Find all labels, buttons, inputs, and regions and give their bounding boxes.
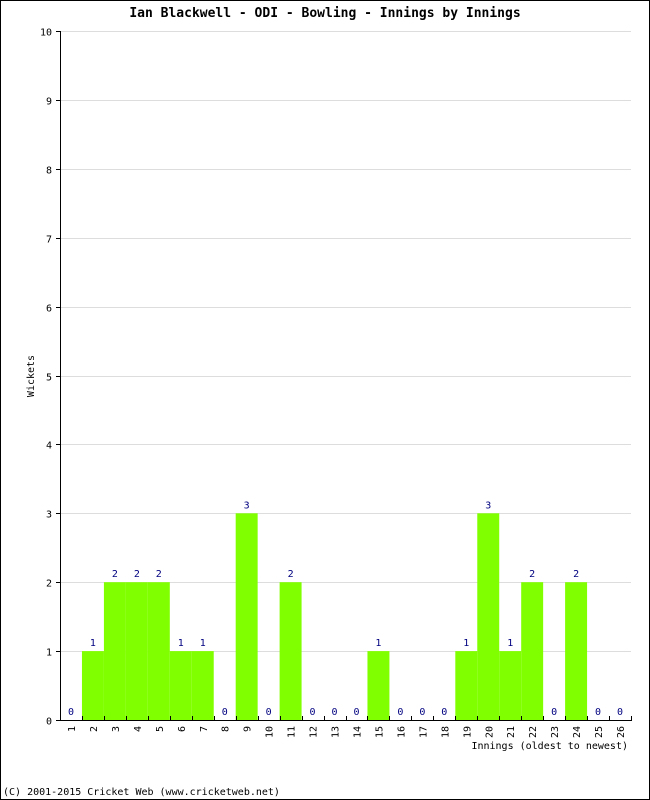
bar: [565, 582, 588, 720]
data-label: 0: [441, 707, 447, 718]
bar: [235, 513, 258, 720]
y-tick-label: 3: [46, 510, 52, 521]
data-label: 3: [485, 500, 491, 511]
x-tick-label: 5: [155, 726, 166, 732]
x-tick-label: 22: [528, 726, 539, 738]
data-label: 0: [595, 707, 601, 718]
bar: [103, 582, 126, 720]
bar: [499, 651, 522, 720]
x-tick-label: 20: [484, 726, 495, 738]
data-label: 0: [419, 707, 425, 718]
x-tick-label: 23: [550, 726, 561, 738]
y-tick-label: 4: [46, 441, 52, 452]
y-tick-labels: 0 1 2 3 4 5 6 7 8 9 10: [40, 28, 52, 728]
x-tick-label: 12: [309, 726, 320, 738]
x-tick-label: 8: [221, 726, 232, 732]
y-tick-label: 8: [46, 166, 52, 177]
y-tick-label: 10: [40, 28, 52, 39]
bar-chart: Ian Blackwell - ODI - Bowling - Innings …: [3, 6, 632, 798]
data-label: 1: [200, 638, 206, 649]
data-label: 2: [134, 569, 140, 580]
x-tick-label: 26: [616, 726, 627, 738]
x-tick-label: 6: [177, 726, 188, 732]
bar: [191, 651, 214, 720]
data-label: 1: [463, 638, 469, 649]
x-tick-label: 2: [89, 726, 100, 732]
x-tick-label: 3: [111, 726, 122, 732]
x-tick-label: 18: [440, 726, 451, 738]
x-tick-label: 24: [572, 726, 583, 738]
data-label: 2: [573, 569, 579, 580]
bar: [169, 651, 192, 720]
x-tick-label: 19: [462, 726, 473, 738]
x-axis-label: Innings (oldest to newest): [471, 741, 628, 752]
bar: [477, 513, 500, 720]
x-tick-label: 17: [418, 726, 429, 738]
x-tick-label: 25: [594, 726, 605, 738]
bars: [81, 513, 588, 720]
data-label: 1: [178, 638, 184, 649]
bar: [125, 582, 148, 720]
y-tick-label: 0: [46, 717, 52, 728]
data-label: 0: [353, 707, 359, 718]
data-label: 0: [68, 707, 74, 718]
y-tick-label: 6: [46, 304, 52, 315]
data-label: 0: [222, 707, 228, 718]
y-tick-label: 7: [46, 235, 52, 246]
x-tick-label: 7: [199, 726, 210, 732]
chart-title: Ian Blackwell - ODI - Bowling - Innings …: [129, 6, 520, 21]
bar: [147, 582, 170, 720]
bar: [81, 651, 104, 720]
data-label: 0: [397, 707, 403, 718]
y-tick-label: 1: [46, 648, 52, 659]
bar: [367, 651, 390, 720]
bar: [521, 582, 544, 720]
data-label: 0: [551, 707, 557, 718]
data-label: 0: [266, 707, 272, 718]
data-label: 0: [332, 707, 338, 718]
data-label: 1: [90, 638, 96, 649]
copyright-footer: (C) 2001-2015 Cricket Web (www.cricketwe…: [3, 787, 280, 798]
data-label: 2: [288, 569, 294, 580]
data-label: 1: [507, 638, 513, 649]
data-label: 0: [310, 707, 316, 718]
x-tick-label: 13: [331, 726, 342, 738]
data-label: 2: [529, 569, 535, 580]
y-axis-label: Wickets: [26, 355, 37, 397]
x-tick-label: 4: [133, 726, 144, 732]
x-tick-label: 9: [243, 726, 254, 732]
y-tick-label: 2: [46, 579, 52, 590]
data-label: 2: [112, 569, 118, 580]
data-label: 3: [244, 500, 250, 511]
y-tick-label: 5: [46, 373, 52, 384]
x-tick-label: 1: [67, 726, 78, 732]
x-tick-label: 16: [396, 726, 407, 738]
y-tick-label: 9: [46, 97, 52, 108]
x-tick-label: 10: [265, 726, 276, 738]
x-tick-label: 11: [287, 726, 298, 738]
x-tick-label: 14: [352, 726, 363, 738]
bar: [455, 651, 478, 720]
x-tick-label: 15: [374, 726, 385, 738]
data-label: 0: [617, 707, 623, 718]
bar: [279, 582, 302, 720]
data-label: 1: [375, 638, 381, 649]
x-tick-labels: 1 2 3 4 5 6 7 8 9 10 11 12 13 14 15 16 17 18 19 20 21 22 23 24 2…: [67, 726, 627, 738]
gridlines: [60, 31, 631, 652]
x-tick-label: 21: [506, 726, 517, 738]
data-label: 2: [156, 569, 162, 580]
